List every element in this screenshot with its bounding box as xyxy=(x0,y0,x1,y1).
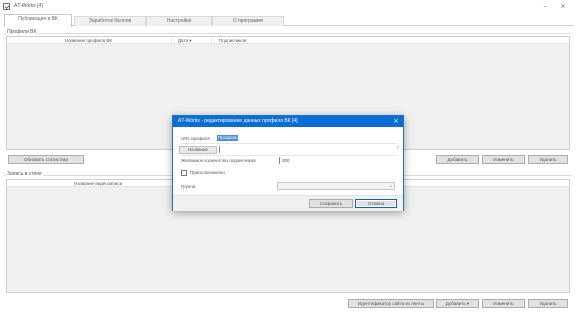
name-field-underline xyxy=(181,155,397,156)
column-separator xyxy=(211,37,212,44)
column-header-date[interactable]: Дата ▾ xyxy=(178,38,191,44)
window-title: АT-Works [4] xyxy=(14,3,43,9)
minimize-button[interactable]: – xyxy=(540,2,550,11)
text-caret xyxy=(219,146,220,153)
tab-strip: Публикация в ВК Заработок баллов Настрой… xyxy=(4,14,574,27)
close-button[interactable]: × xyxy=(558,2,568,11)
posts-group-title: Запись в стене xyxy=(6,171,43,177)
column-header-subscribers[interactable]: Подписчиков xyxy=(219,38,246,43)
help-icon[interactable]: ? xyxy=(396,146,399,152)
tab-about[interactable]: О программе xyxy=(212,16,284,26)
edit-post-button[interactable]: Изменить xyxy=(482,299,525,308)
add-post-dropdown-button[interactable]: Добавить ▾ xyxy=(436,299,479,308)
cancel-button[interactable]: Отмена xyxy=(355,199,397,208)
site-id-button[interactable]: Идентификатор сайта из ленты xyxy=(348,299,434,308)
column-header-profile-name[interactable]: Название профиля ВК xyxy=(65,38,112,43)
subscribers-label: Желаемое количество подписчиков xyxy=(181,158,256,163)
tab-earn-points[interactable]: Заработок баллов xyxy=(74,16,146,26)
profiles-group-title: Профили ВК xyxy=(6,29,38,35)
tab-settings[interactable]: Настройки xyxy=(146,16,212,26)
url-field-selection[interactable]: Профиль xyxy=(217,135,239,141)
dialog-close-icon[interactable]: × xyxy=(393,117,399,126)
column-separator xyxy=(171,37,172,44)
delete-profile-button[interactable]: Удалить xyxy=(528,155,568,164)
column-header-video-name[interactable]: Название видеозаписи xyxy=(74,181,122,186)
app-icon xyxy=(3,3,10,10)
dialog-title: АT-Works - редактирование данных профиля… xyxy=(178,118,298,124)
add-profile-button[interactable]: Добавить xyxy=(436,155,479,164)
profiles-list-header: Название профиля ВК Дата ▾ Подписчиков xyxy=(7,37,569,44)
subscribers-field-divider xyxy=(279,157,280,164)
dialog-footer: Сохранить Отмена xyxy=(173,195,403,211)
delete-post-button[interactable]: Удалить xyxy=(528,299,568,308)
url-label: URL профиля xyxy=(181,136,210,141)
edit-profile-dialog: АT-Works - редактирование данных профиля… xyxy=(172,115,404,211)
url-field-underline xyxy=(181,143,397,144)
group-label: Группа xyxy=(181,184,196,189)
refresh-stats-button[interactable]: Обновить статистику xyxy=(8,155,84,164)
paused-label: Приостановлено xyxy=(190,170,225,175)
profiles-group-border xyxy=(4,33,572,34)
chevron-down-icon: ⌄ xyxy=(388,183,393,189)
group-select[interactable]: ⌄ xyxy=(277,182,395,190)
title-bar: АT-Works [4] – × xyxy=(0,0,576,14)
name-field[interactable]: Название xyxy=(179,146,217,154)
paused-checkbox[interactable] xyxy=(181,170,187,176)
dialog-title-bar: АT-Works - редактирование данных профиля… xyxy=(173,116,403,127)
subscribers-input[interactable]: 300 xyxy=(282,158,290,163)
edit-profile-button[interactable]: Изменить xyxy=(482,155,525,164)
tab-publish[interactable]: Публикация в ВК xyxy=(4,14,72,27)
save-button[interactable]: Сохранить xyxy=(309,199,353,208)
